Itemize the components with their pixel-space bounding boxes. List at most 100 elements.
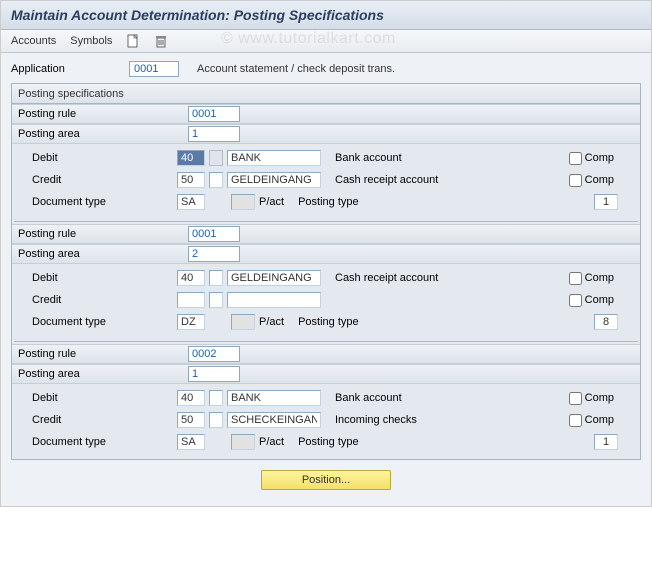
- credit-sub-field[interactable]: [209, 172, 223, 188]
- debit-desc: Bank account: [325, 392, 465, 404]
- posting-rule-field[interactable]: [188, 346, 240, 362]
- application-row: Application Account statement / check de…: [11, 61, 641, 77]
- debit-comp-check[interactable]: [569, 392, 582, 405]
- credit-acct-field[interactable]: [227, 412, 321, 428]
- pact-label: P/act: [259, 196, 284, 208]
- pact-label: P/act: [259, 316, 284, 328]
- toolbar-symbols[interactable]: Symbols: [70, 35, 112, 47]
- watermark: © www.tutorialkart.com: [221, 30, 396, 48]
- credit-row: Credit Incoming checks Comp: [12, 409, 640, 431]
- doctype-row: Document type P/act Posting type: [12, 431, 640, 453]
- posting-rule-label: Posting rule: [18, 348, 188, 360]
- toolbar: Accounts Symbols © www.tutorialkart.com: [1, 30, 651, 53]
- credit-label: Credit: [18, 174, 173, 186]
- posting-area-row: Posting area: [12, 364, 640, 384]
- credit-row: Credit Cash receipt account Comp: [12, 169, 640, 191]
- doctype-row: Document type P/act Posting type: [12, 191, 640, 213]
- posting-area-label: Posting area: [18, 368, 188, 380]
- credit-sub-field[interactable]: [209, 292, 223, 308]
- divider: [14, 221, 638, 222]
- position-button[interactable]: Position...: [261, 470, 391, 490]
- credit-acct-field[interactable]: [227, 292, 321, 308]
- search-help-icon[interactable]: [209, 150, 223, 166]
- posting-rule-row: Posting rule: [12, 104, 640, 124]
- posting-type-label: Posting type: [298, 316, 359, 328]
- debit-row: Debit Cash receipt account Comp: [12, 267, 640, 289]
- debit-row: Debit Bank account Comp: [12, 387, 640, 409]
- pact-field[interactable]: [231, 314, 255, 330]
- posting-block: Debit Cash receipt account Comp Credit C…: [12, 264, 640, 339]
- title-bar: Maintain Account Determination: Posting …: [1, 1, 651, 30]
- doctype-label: Document type: [18, 196, 173, 208]
- application-label: Application: [11, 63, 121, 75]
- debit-key-field[interactable]: [177, 150, 205, 166]
- pact-label: P/act: [259, 436, 284, 448]
- credit-comp-check[interactable]: [569, 174, 582, 187]
- debit-label: Debit: [18, 392, 173, 404]
- credit-comp-check[interactable]: [569, 414, 582, 427]
- debit-key-field[interactable]: [177, 270, 205, 286]
- credit-key-field[interactable]: [177, 292, 205, 308]
- posting-type-field[interactable]: [594, 434, 618, 450]
- debit-sub-field[interactable]: [209, 390, 223, 406]
- new-icon[interactable]: [126, 34, 140, 48]
- debit-acct-field[interactable]: [227, 270, 321, 286]
- debit-desc: Bank account: [325, 152, 465, 164]
- posting-area-field[interactable]: [188, 246, 240, 262]
- divider: [14, 341, 638, 342]
- debit-label: Debit: [18, 152, 173, 164]
- posting-block: Debit Bank account Comp Credit Incoming …: [12, 384, 640, 459]
- debit-acct-field[interactable]: [227, 150, 321, 166]
- credit-key-field[interactable]: [177, 172, 205, 188]
- doctype-label: Document type: [18, 316, 173, 328]
- debit-acct-field[interactable]: [227, 390, 321, 406]
- group-title-row: Posting specifications: [12, 84, 640, 104]
- application-field[interactable]: [129, 61, 179, 77]
- debit-label: Debit: [18, 272, 173, 284]
- pact-field[interactable]: [231, 434, 255, 450]
- comp-label: Comp: [585, 392, 614, 404]
- posting-area-field[interactable]: [188, 366, 240, 382]
- credit-comp-check[interactable]: [569, 294, 582, 307]
- posting-type-field[interactable]: [594, 194, 618, 210]
- posting-rule-field[interactable]: [188, 106, 240, 122]
- posting-area-row: Posting area: [12, 124, 640, 144]
- doctype-row: Document type P/act Posting type: [12, 311, 640, 333]
- credit-desc: Cash receipt account: [325, 174, 465, 186]
- posting-rule-label: Posting rule: [18, 228, 188, 240]
- debit-desc: Cash receipt account: [325, 272, 465, 284]
- credit-key-field[interactable]: [177, 412, 205, 428]
- debit-key-field[interactable]: [177, 390, 205, 406]
- posting-block: Debit Bank account Comp Credit Cash rece…: [12, 144, 640, 219]
- posting-type-label: Posting type: [298, 436, 359, 448]
- posting-type-label: Posting type: [298, 196, 359, 208]
- posting-area-field[interactable]: [188, 126, 240, 142]
- posting-rule-row: Posting rule: [12, 224, 640, 244]
- doctype-field[interactable]: [177, 194, 205, 210]
- debit-comp-check[interactable]: [569, 152, 582, 165]
- comp-label: Comp: [585, 152, 614, 164]
- credit-label: Credit: [18, 414, 173, 426]
- posting-type-field[interactable]: [594, 314, 618, 330]
- comp-label: Comp: [585, 414, 614, 426]
- delete-icon[interactable]: [154, 34, 168, 48]
- posting-rule-field[interactable]: [188, 226, 240, 242]
- posting-area-row: Posting area: [12, 244, 640, 264]
- doctype-field[interactable]: [177, 314, 205, 330]
- credit-acct-field[interactable]: [227, 172, 321, 188]
- posting-rule-label: Posting rule: [18, 108, 188, 120]
- debit-sub-field[interactable]: [209, 270, 223, 286]
- pact-field[interactable]: [231, 194, 255, 210]
- toolbar-accounts[interactable]: Accounts: [11, 35, 56, 47]
- credit-desc: Incoming checks: [325, 414, 465, 426]
- doctype-field[interactable]: [177, 434, 205, 450]
- application-desc: Account statement / check deposit trans.: [197, 63, 395, 75]
- comp-label: Comp: [585, 174, 614, 186]
- credit-sub-field[interactable]: [209, 412, 223, 428]
- posting-rule-row: Posting rule: [12, 344, 640, 364]
- posting-spec-group: Posting specifications Posting rule Post…: [11, 83, 641, 460]
- group-title: Posting specifications: [18, 88, 124, 100]
- credit-row: Credit Comp: [12, 289, 640, 311]
- doctype-label: Document type: [18, 436, 173, 448]
- debit-comp-check[interactable]: [569, 272, 582, 285]
